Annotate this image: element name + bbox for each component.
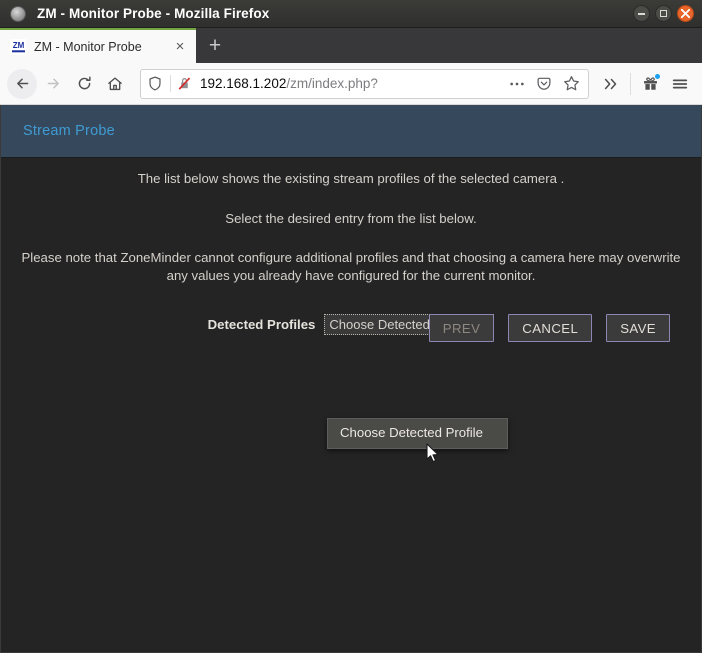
firefox-window-icon: [11, 6, 25, 21]
hamburger-menu-icon[interactable]: [665, 69, 695, 99]
minimize-button[interactable]: [633, 5, 650, 22]
ellipsis-icon[interactable]: [504, 71, 530, 97]
url-actions: [504, 71, 584, 97]
tab-title: ZM - Monitor Probe: [34, 39, 142, 54]
close-button[interactable]: [677, 5, 694, 22]
firefox-window: ZM - Monitor Probe - Mozilla Firefox ZM …: [0, 0, 702, 653]
prev-button[interactable]: PREV: [428, 314, 495, 343]
url-bar[interactable]: 192.168.1.202/zm/index.php?: [140, 68, 589, 99]
intro-paragraph-2: Select the desired entry from the list b…: [225, 210, 477, 226]
toolbar-divider: [630, 72, 631, 95]
page-content: Stream Probe The list below shows the ex…: [0, 105, 702, 653]
detected-profiles-label: Detected Profiles: [207, 317, 316, 333]
maximize-button[interactable]: [655, 5, 672, 22]
window-titlebar: ZM - Monitor Probe - Mozilla Firefox: [0, 0, 702, 28]
toolbar-right-group: [596, 69, 695, 99]
window-controls: [633, 5, 694, 22]
cancel-button[interactable]: CANCEL: [508, 314, 593, 343]
detected-profiles-form-row: Detected Profiles Choose Detected Profil…: [17, 314, 685, 343]
insecure-connection-crossed-lock-icon[interactable]: [173, 76, 196, 91]
chevron-double-right-icon[interactable]: [596, 69, 626, 99]
window-title: ZM - Monitor Probe - Mozilla Firefox: [37, 6, 270, 21]
form-inner: Detected Profiles Choose Detected Profil…: [17, 314, 685, 343]
tab-close-icon[interactable]: ×: [170, 37, 190, 57]
gift-box-icon[interactable]: [635, 69, 665, 99]
zoneminder-header-bar: Stream Probe: [1, 105, 701, 158]
navigation-toolbar: 192.168.1.202/zm/index.php?: [0, 63, 702, 105]
url-path: /zm/index.php?: [286, 76, 378, 91]
dropdown-option[interactable]: Choose Detected Profile: [328, 422, 507, 445]
new-tab-button[interactable]: +: [198, 28, 232, 62]
reload-icon[interactable]: [69, 69, 99, 99]
svg-text:ZM: ZM: [12, 41, 24, 50]
forward-arrow-icon: [38, 69, 68, 99]
page-body: The list below shows the existing stream…: [1, 170, 701, 343]
tracking-protection-shield-icon[interactable]: [141, 76, 167, 91]
new-notification-dot: [654, 72, 661, 80]
form-button-bar: PREV CANCEL SAVE: [428, 314, 670, 343]
save-button[interactable]: SAVE: [606, 314, 670, 343]
star-icon[interactable]: [558, 71, 584, 97]
browser-tab[interactable]: ZM ZM - Monitor Probe ×: [0, 28, 196, 63]
home-icon[interactable]: [100, 69, 130, 99]
intro-paragraph-1: The list below shows the existing stream…: [137, 171, 565, 186]
url-text[interactable]: 192.168.1.202/zm/index.php?: [196, 76, 504, 91]
tab-strip: ZM ZM - Monitor Probe × +: [0, 28, 702, 63]
url-divider: [170, 75, 171, 92]
detected-profiles-dropdown-popup[interactable]: Choose Detected Profile: [327, 418, 508, 449]
stream-probe-link[interactable]: Stream Probe: [23, 123, 115, 139]
intro-paragraph-3: Please note that ZoneMinder cannot confi…: [21, 250, 681, 283]
pocket-icon[interactable]: [531, 71, 557, 97]
zm-favicon: ZM: [10, 38, 26, 55]
back-arrow-icon[interactable]: [7, 68, 37, 99]
url-host: 192.168.1.202: [200, 76, 287, 91]
